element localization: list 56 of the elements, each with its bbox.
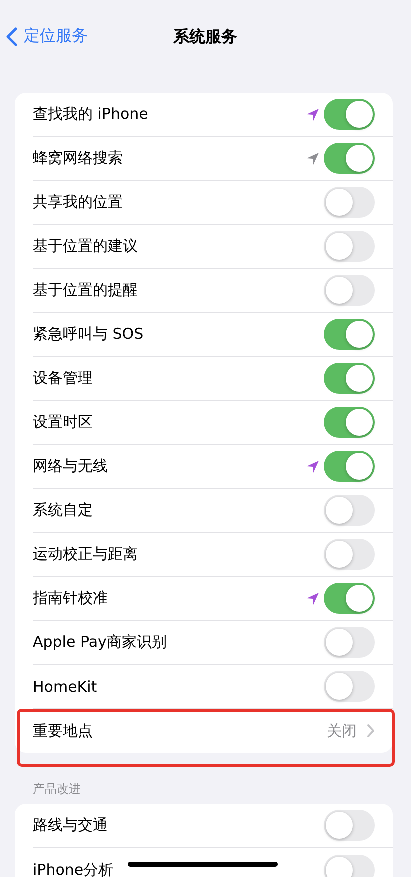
row-label: 重要地点 [33,722,93,740]
page-title: 系统服务 [174,27,238,48]
back-button[interactable]: 定位服务 [6,26,88,47]
toggle-switch[interactable] [324,143,375,174]
toggle-switch[interactable] [324,583,375,614]
toggle-switch[interactable] [324,275,375,306]
settings-row[interactable]: 共享我的位置 [33,181,393,225]
toggle-switch[interactable] [324,539,375,570]
row-label: 紧急呼叫与 SOS [33,325,144,344]
settings-row[interactable]: 运动校正与距离 [33,533,393,577]
row-label: iPhone分析 [33,860,114,877]
row-label: 基于位置的提醒 [33,281,138,300]
toggle-switch[interactable] [324,319,375,350]
toggle-switch[interactable] [324,363,375,394]
row-label: 共享我的位置 [33,193,123,212]
settings-row[interactable]: 路线与交通 [33,804,393,848]
settings-row[interactable]: 重要地点 关闭 [33,709,393,753]
row-label: 路线与交通 [33,816,108,835]
row-label: 设备管理 [33,369,93,388]
toggle-switch[interactable] [324,99,375,130]
settings-row[interactable]: 蜂窝网络搜索 [33,137,393,181]
settings-row[interactable]: 设备管理 [33,357,393,401]
row-label: 系统自定 [33,501,93,520]
toggle-switch[interactable] [324,854,375,877]
settings-row[interactable]: HomeKit [33,665,393,709]
row-label: 指南针校准 [33,589,108,608]
row-value: 关闭 [327,722,357,740]
row-label: Apple Pay商家识别 [33,633,167,652]
settings-row[interactable]: 网络与无线 [33,445,393,489]
settings-row[interactable]: Apple Pay商家识别 [33,621,393,665]
toggle-switch[interactable] [324,407,375,438]
row-label: 设置时区 [33,413,93,432]
settings-row[interactable]: iPhone分析 [33,848,393,877]
toggle-switch[interactable] [324,231,375,262]
settings-row[interactable]: 系统自定 [33,489,393,533]
settings-row[interactable]: 查找我的 iPhone [33,93,393,137]
toggle-switch[interactable] [324,810,375,841]
settings-row[interactable]: 设置时区 [33,401,393,445]
row-label: 查找我的 iPhone [33,105,148,124]
settings-row[interactable]: 基于位置的建议 [33,225,393,269]
toggle-switch[interactable] [324,627,375,658]
chevron-left-icon [6,26,18,46]
toggle-switch[interactable] [324,451,375,482]
chevron-right-icon [367,724,375,738]
settings-row[interactable]: 指南针校准 [33,577,393,621]
settings-row[interactable]: 基于位置的提醒 [33,269,393,313]
toggle-switch[interactable] [324,671,375,702]
row-label: 蜂窝网络搜索 [33,149,123,168]
row-label: 基于位置的建议 [33,237,138,256]
section-header: 产品改进 [33,781,82,798]
toggle-switch[interactable] [324,495,375,526]
row-label: 运动校正与距离 [33,545,138,564]
row-label: HomeKit [33,678,98,696]
row-label: 网络与无线 [33,457,108,476]
toggle-switch[interactable] [324,187,375,218]
settings-row[interactable]: 紧急呼叫与 SOS [33,313,393,357]
